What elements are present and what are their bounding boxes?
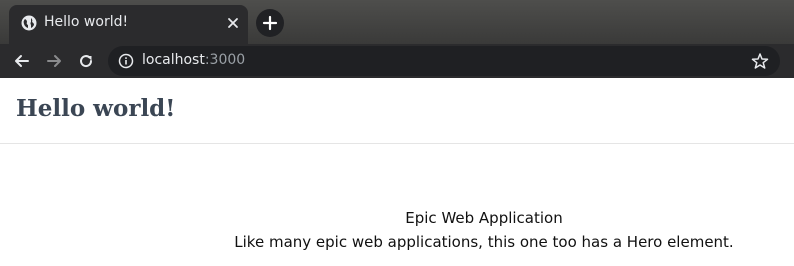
hero: Epic Web Application Like many epic web … xyxy=(196,206,772,254)
globe-icon xyxy=(21,15,37,31)
site-header: Hello world! xyxy=(0,78,794,144)
url-port: :3000 xyxy=(204,52,246,68)
plus-icon xyxy=(262,15,278,31)
new-tab-button[interactable] xyxy=(256,9,284,37)
reload-icon[interactable] xyxy=(76,51,96,71)
hero-title: Epic Web Application xyxy=(405,209,563,227)
tab-strip: Hello world! xyxy=(0,0,794,44)
star-icon[interactable] xyxy=(751,52,769,70)
arrow-right-icon[interactable] xyxy=(44,51,64,71)
page-title: Hello world! xyxy=(16,95,176,122)
arrow-left-icon[interactable] xyxy=(12,51,32,71)
browser-tab[interactable]: Hello world! xyxy=(9,5,248,44)
url-host: localhost xyxy=(142,52,205,68)
tab-title: Hello world! xyxy=(44,14,129,30)
hero-text: Like many epic web applications, this on… xyxy=(234,233,734,251)
page-content: Hello world! Epic Web Application Like m… xyxy=(0,78,794,266)
url-text[interactable]: localhost:3000 xyxy=(142,52,245,68)
close-icon[interactable] xyxy=(225,15,241,31)
browser-toolbar: localhost:3000 xyxy=(0,44,794,78)
info-icon[interactable] xyxy=(118,53,134,69)
address-bar[interactable]: localhost:3000 xyxy=(108,46,780,76)
